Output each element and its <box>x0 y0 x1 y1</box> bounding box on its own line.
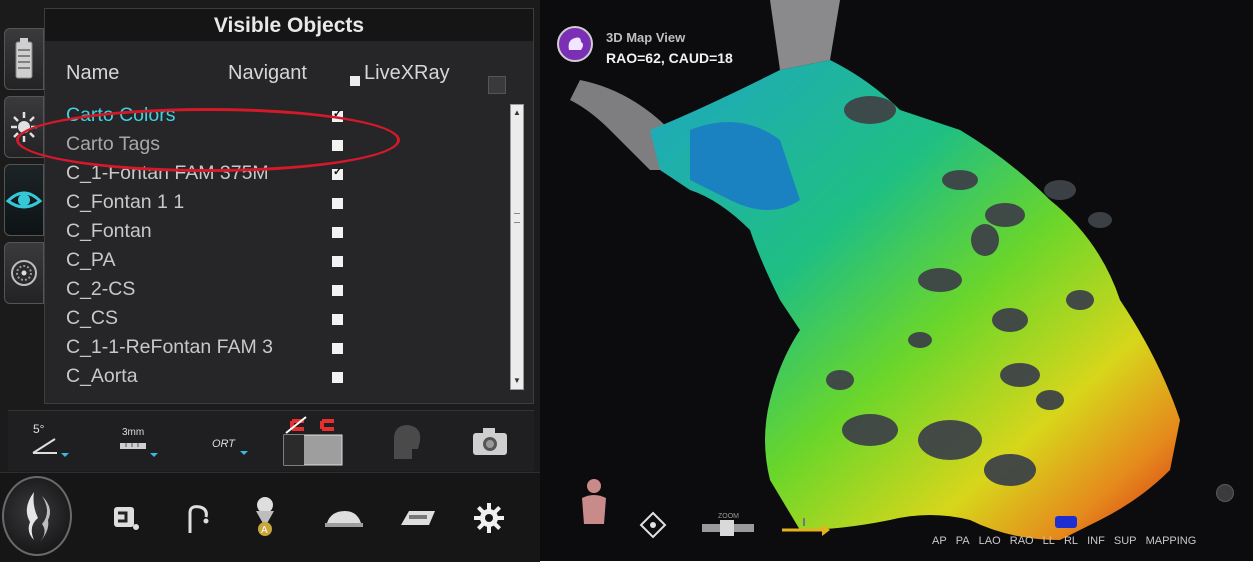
item-name: C_CS <box>66 307 119 329</box>
visibility-checkbox[interactable] <box>332 198 343 209</box>
map-view-icon[interactable] <box>557 26 593 62</box>
view-ll[interactable]: LL <box>1043 535 1055 547</box>
column-navigant: Navigant <box>228 62 307 84</box>
view-ap[interactable]: AP <box>932 535 947 547</box>
view-pa[interactable]: PA <box>956 535 970 547</box>
zoom-label: ZOOM <box>718 513 739 520</box>
magnet-toggle-icon[interactable] <box>278 411 348 471</box>
direction-arrow-icon[interactable] <box>778 510 832 540</box>
visibility-checkbox[interactable] <box>332 343 343 354</box>
app-window: Visible Objects Name Navigant LiveXRay C… <box>0 0 1253 562</box>
view-rl[interactable]: RL <box>1064 535 1078 547</box>
view-inf[interactable]: INF <box>1087 535 1105 547</box>
catheter-icon[interactable] <box>100 488 150 548</box>
table-icon[interactable] <box>316 488 370 548</box>
corner-button[interactable] <box>1216 484 1234 502</box>
body-orientation-icon[interactable] <box>578 476 610 536</box>
distance-step-icon[interactable]: 3mm <box>108 411 168 471</box>
battery-icon[interactable] <box>4 28 44 90</box>
item-name: C_Fontan <box>66 220 152 242</box>
list-item[interactable]: C_Fontan 1 1 <box>66 191 496 215</box>
livexray-checkbox[interactable] <box>488 76 506 94</box>
heart-map[interactable] <box>540 0 1253 561</box>
distance-step-label: 3mm <box>122 427 144 438</box>
scroll-down-icon[interactable]: ▼ <box>511 375 523 387</box>
zoom-slider[interactable]: ZOOM <box>700 510 756 540</box>
visibility-checkbox[interactable] <box>332 165 343 180</box>
eye-icon[interactable] <box>4 164 44 236</box>
list-item[interactable]: C_PA <box>66 249 496 273</box>
ort-icon[interactable]: ORT <box>198 411 258 471</box>
view-sup[interactable]: SUP <box>1114 535 1137 547</box>
list-item[interactable]: C_2-CS <box>66 278 496 302</box>
visibility-checkbox[interactable] <box>332 372 343 383</box>
list-item[interactable]: C_CS <box>66 307 496 331</box>
control-panel: Visible Objects Name Navigant LiveXRay C… <box>0 0 540 562</box>
item-name: C_Aorta <box>66 365 138 387</box>
scroll-up-icon[interactable]: ▲ <box>511 107 523 119</box>
item-name: C_PA <box>66 249 116 271</box>
map-view[interactable]: 3D Map View RAO=62, CAUD=18 ZOOM AP PA L… <box>540 0 1253 561</box>
list-item[interactable]: C_Fontan <box>66 220 496 244</box>
view-mapping[interactable]: MAPPING <box>1146 535 1197 547</box>
map-view-title: 3D Map View <box>606 30 686 45</box>
toolbar-settings: 5° 3mm ORT <box>8 410 534 471</box>
side-tabs <box>4 28 44 304</box>
navigant-header-checkbox[interactable] <box>350 76 360 86</box>
list-item[interactable]: C_1-1-ReFontan FAM 3 <box>66 336 496 360</box>
curve-icon[interactable] <box>172 488 222 548</box>
xray-plate-icon[interactable] <box>390 488 444 548</box>
ort-label: ORT <box>212 438 236 450</box>
stereotaxis-logo[interactable] <box>2 476 72 556</box>
camera-icon[interactable] <box>462 411 518 471</box>
view-presets: AP PA LAO RAO LL RL INF SUP MAPPING <box>932 535 1202 547</box>
list-item[interactable]: C_Aorta <box>66 365 496 389</box>
visibility-checkbox[interactable] <box>332 285 343 296</box>
angle-step-icon[interactable]: 5° <box>22 411 78 471</box>
dial-icon[interactable] <box>4 242 44 304</box>
fluoro-head-icon[interactable] <box>376 411 432 471</box>
navigation-icon[interactable]: A <box>238 484 292 544</box>
settings-gear-icon[interactable] <box>464 488 514 548</box>
item-name: C_Fontan 1 1 <box>66 191 185 213</box>
view-angle: RAO=62, CAUD=18 <box>606 50 733 66</box>
column-livexray: LiveXRay <box>364 62 450 84</box>
item-name: C_1-1-ReFontan FAM 3 <box>66 336 274 358</box>
column-name: Name <box>66 62 120 84</box>
view-rao[interactable]: RAO <box>1010 535 1034 547</box>
visibility-checkbox[interactable] <box>332 314 343 325</box>
view-lao[interactable]: LAO <box>979 535 1001 547</box>
recenter-icon[interactable] <box>638 510 668 540</box>
angle-step-label: 5° <box>33 422 45 436</box>
svg-text:A: A <box>261 525 268 536</box>
item-name: C_2-CS <box>66 278 136 300</box>
visibility-checkbox[interactable] <box>332 256 343 267</box>
list-scrollbar[interactable]: ▲ ▼ <box>510 104 524 390</box>
panel-title: Visible Objects <box>45 9 533 41</box>
highlight-ellipse <box>16 108 400 172</box>
visibility-checkbox[interactable] <box>332 227 343 238</box>
scroll-thumb[interactable] <box>514 213 520 223</box>
